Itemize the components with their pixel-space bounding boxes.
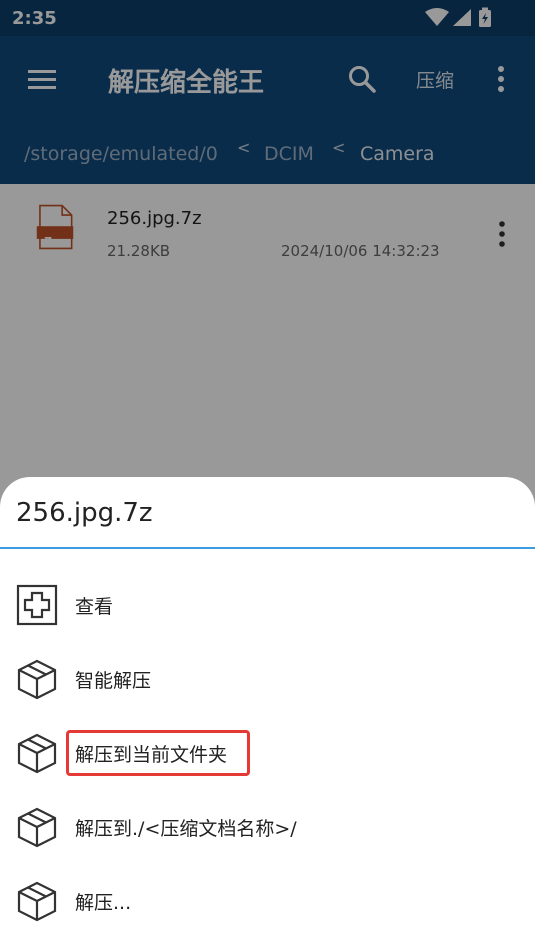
menu-item-extract-options[interactable]: 解压... [0,862,535,936]
menu-item-extract-here[interactable]: 解压到当前文件夹 [0,714,535,788]
sheet-divider [0,547,535,549]
menu-item-label: 解压到当前文件夹 [75,744,228,766]
sheet-title: 256.jpg.7z [16,498,153,528]
menu-item-smart-extract[interactable]: 智能解压 [0,640,535,714]
menu-item-label: 智能解压 [75,670,152,692]
package-icon [17,807,57,848]
plus-box-icon [16,584,58,626]
menu-item-label: 解压到./<压缩文档名称>/ [75,818,297,840]
menu-item-view[interactable]: 查看 [0,566,535,640]
package-icon [17,659,57,700]
menu-item-label: 解压... [75,892,132,914]
package-icon [17,733,57,774]
menu-item-extract-to-folder[interactable]: 解压到./<压缩文档名称>/ [0,788,535,862]
action-sheet: 256.jpg.7z 查看 智能解压 解压到当前文件夹 解压到./<压缩文档名称… [0,477,535,951]
package-icon [17,881,57,922]
menu-item-label: 查看 [75,596,114,618]
